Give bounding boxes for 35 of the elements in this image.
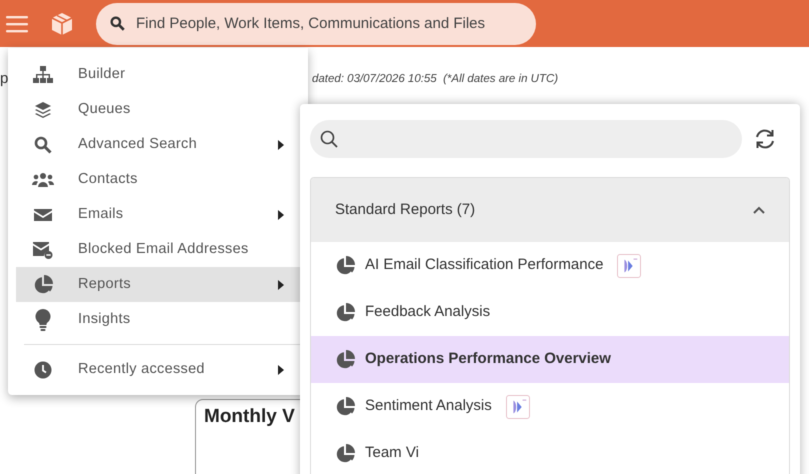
menu-item[interactable]: Builder: [16, 57, 300, 92]
menu-item[interactable]: Reports: [16, 267, 300, 302]
menu-item[interactable]: Contacts: [16, 162, 300, 197]
refresh-icon[interactable]: [754, 128, 776, 150]
blocked-mail-icon: [33, 240, 53, 258]
cube-logo-icon[interactable]: [50, 12, 74, 36]
pie-chart-icon: [33, 274, 53, 294]
pie-chart-icon: [335, 302, 355, 322]
search-icon: [34, 136, 52, 154]
pie-chart-icon: [335, 444, 355, 464]
people-icon: [32, 172, 54, 188]
search-field[interactable]: Find People, Work Items, Communications and Files: [96, 2, 536, 44]
report-item[interactable]: Operations Performance Overview: [311, 336, 789, 383]
menu-item[interactable]: Insights: [16, 302, 300, 337]
lightbulb-icon: [35, 308, 51, 330]
menu-item[interactable]: Emails: [16, 197, 300, 232]
card-title: Monthly V: [204, 406, 295, 429]
menu-item[interactable]: Blocked Email Addresses: [16, 232, 300, 267]
clock-icon: [34, 360, 52, 378]
menu-icon[interactable]: [6, 14, 28, 32]
pie-chart-icon: [335, 396, 355, 416]
page-title: p: [0, 69, 8, 89]
report-search-field[interactable]: [310, 120, 742, 158]
menu-item[interactable]: Queues: [16, 92, 300, 127]
menu-item[interactable]: Advanced Search: [16, 127, 300, 162]
last-updated-text: dated: 03/07/2026 10:55 (*All dates are in UTC): [312, 72, 558, 87]
accordion-header[interactable]: Standard Reports (7): [311, 178, 789, 242]
search-icon: [110, 16, 125, 31]
pie-chart-icon: [335, 256, 355, 276]
layers-icon: [34, 100, 52, 118]
menu-item[interactable]: Recently accessed: [16, 352, 300, 387]
search-icon: [320, 130, 338, 148]
pie-chart-icon: [335, 350, 355, 370]
mail-icon: [34, 208, 52, 222]
sitemap-icon: [33, 66, 53, 84]
